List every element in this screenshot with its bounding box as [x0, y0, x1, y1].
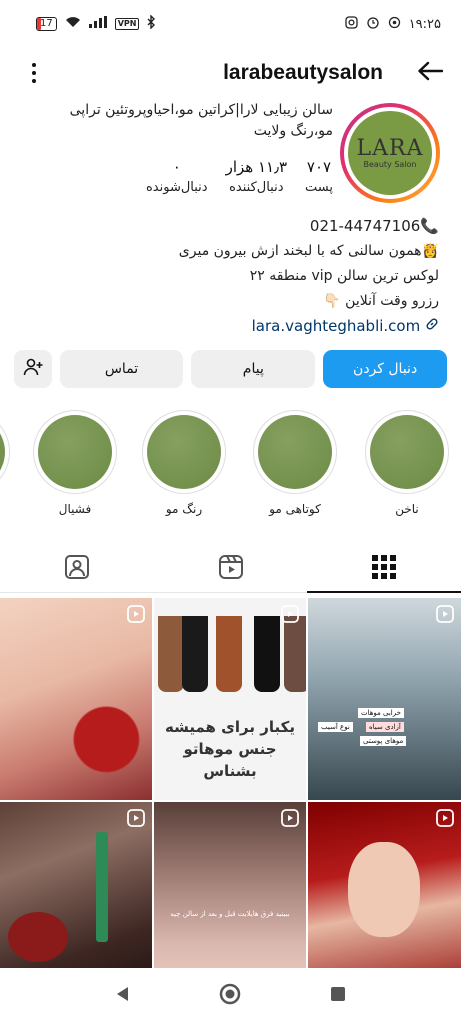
highlight-item[interactable]: ناخن: [363, 410, 451, 516]
alarm-icon: [366, 15, 380, 33]
post-tag: خرابی موهات: [358, 708, 404, 718]
profile-username: larabeautysalon: [223, 61, 383, 84]
status-bar: 17 VPN ۱۹:۲۵: [0, 0, 461, 48]
highlight-item[interactable]: فشیال: [31, 410, 119, 516]
highlight-label: ناخن: [395, 502, 419, 516]
bio-phone[interactable]: 021-44747106📞: [19, 214, 439, 239]
profile-actions: دنبال کردن پیام تماس: [14, 350, 448, 388]
stat-posts[interactable]: ۷۰۷ پست: [305, 158, 333, 195]
nav-back-icon[interactable]: [114, 985, 132, 1007]
settings-notification-icon: [388, 16, 401, 33]
nav-home-icon[interactable]: [219, 983, 241, 1009]
instagram-notification-icon: [345, 15, 358, 33]
message-button[interactable]: پیام: [191, 350, 316, 388]
highlight-label: کوتاهی مو: [269, 502, 321, 516]
bio-link[interactable]: lara.vaghteghabli.com: [19, 314, 439, 339]
grid-icon: [372, 554, 397, 583]
story-highlights: ناخن کوتاهی مو رنگ مو فشیال: [0, 410, 461, 525]
suggested-accounts-button[interactable]: [14, 350, 52, 388]
highlight-item[interactable]: کوتاهی مو: [251, 410, 339, 516]
profile-bio: 021-44747106📞 👸همون سالنی که با لبخند از…: [19, 214, 439, 339]
add-person-icon: [23, 358, 43, 380]
post-thumbnail[interactable]: یکبار برای همیشه جنس موهاتو بشناس: [154, 598, 306, 800]
battery-icon: 17: [36, 17, 57, 31]
profile-avatar[interactable]: LARA Beauty Salon: [340, 103, 440, 203]
bio-line: 👸همون سالنی که با لبخند ازش بیرون میری: [178, 243, 439, 259]
stat-followers-label: دنبال‌کننده: [229, 180, 284, 195]
post-tag: موهای پوستی: [360, 736, 407, 746]
follow-button[interactable]: دنبال کردن: [323, 350, 448, 388]
reel-indicator-icon: [281, 809, 299, 831]
tab-tagged[interactable]: [0, 545, 154, 592]
avatar-logo-text: LARA: [356, 135, 424, 161]
bio-line: لوکس ترین سالن vip منطقه ۲۲: [249, 268, 439, 284]
reel-indicator-icon: [127, 809, 145, 831]
stat-following[interactable]: ۰ دنبال‌شونده: [146, 158, 208, 195]
highlight-label: رنگ مو: [165, 502, 203, 516]
signal-icon: [88, 16, 107, 32]
vpn-badge: VPN: [114, 18, 140, 30]
avatar-logo-subtext: Beauty Salon: [363, 159, 417, 169]
bio-line: رزرو وقت آنلاین 👇🏻: [323, 293, 439, 309]
reels-icon: [218, 554, 244, 584]
contact-button[interactable]: تماس: [59, 350, 184, 388]
profile-header: larabeautysalon: [0, 48, 461, 98]
stat-following-value: ۰: [172, 158, 181, 176]
bluetooth-icon: [147, 14, 156, 33]
tab-reels[interactable]: [154, 545, 308, 592]
bio-link-text[interactable]: lara.vaghteghabli.com: [252, 317, 421, 335]
back-arrow-icon[interactable]: [417, 61, 444, 85]
highlight-item[interactable]: رنگ مو: [140, 410, 228, 516]
clock: ۱۹:۲۵: [408, 16, 441, 32]
post-thumbnail[interactable]: خرابی موهات آزادی سیاه نوع آسیب موهای پو…: [308, 598, 461, 800]
post-tag: نوع آسیب: [318, 722, 353, 732]
profile-stats: ۷۰۷ پست ۱۱٫۳ هزار دنبال‌کننده ۰ دنبال‌شو…: [146, 158, 333, 195]
tagged-icon: [64, 554, 90, 584]
nav-recents-icon[interactable]: [329, 985, 347, 1007]
profile-tabs: [0, 545, 461, 593]
post-tag: آزادی سیاه: [366, 722, 404, 732]
stat-followers[interactable]: ۱۱٫۳ هزار دنبال‌کننده: [226, 158, 287, 195]
stat-posts-label: پست: [305, 180, 333, 195]
reel-indicator-icon: [436, 605, 454, 627]
tab-posts[interactable]: [307, 545, 461, 593]
highlight-label: فشیال: [58, 502, 92, 516]
link-icon: [425, 317, 439, 335]
stat-following-label: دنبال‌شونده: [145, 180, 208, 195]
post-thumbnail[interactable]: [0, 598, 152, 800]
wifi-icon: [65, 16, 81, 32]
post-caption: یکبار برای همیشه جنس موهاتو بشناس: [165, 718, 295, 780]
highlight-item[interactable]: [0, 410, 12, 502]
post-caption: ببینید فرق هایلایت قبل و بعد از سالن چیه: [170, 910, 290, 918]
stat-posts-value: ۷۰۷: [306, 158, 332, 176]
reel-indicator-icon: [127, 605, 145, 627]
battery-level: 17: [40, 18, 53, 29]
stat-followers-value: ۱۱٫۳ هزار: [225, 158, 288, 176]
profile-full-name: سالن زیبایی لارا|کراتین مو،احیاوپروتئین …: [69, 102, 333, 139]
posts-grid: یکبار برای همیشه جنس موهاتو بشناس خرابی …: [0, 598, 461, 1004]
more-options-icon[interactable]: [28, 59, 40, 87]
reel-indicator-icon: [436, 809, 454, 831]
reel-indicator-icon: [281, 605, 299, 627]
system-navigation-bar: [0, 968, 461, 1024]
